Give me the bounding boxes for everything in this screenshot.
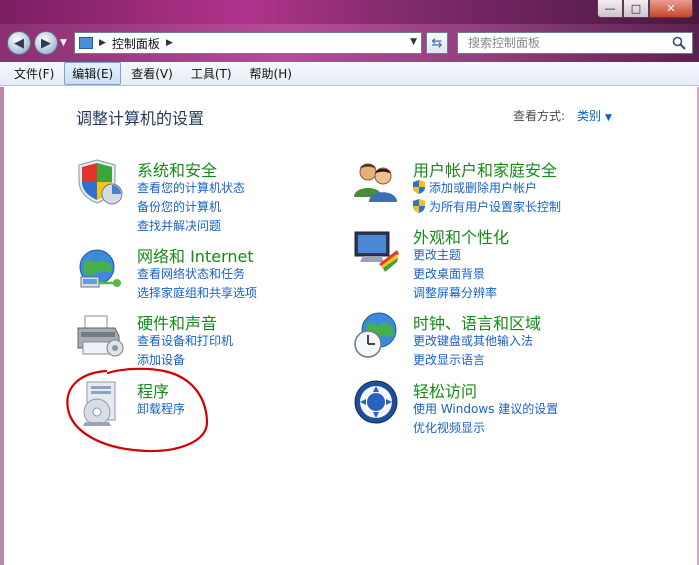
menu-tools[interactable]: 工具(T) [183, 62, 240, 85]
back-button[interactable]: ◀ [7, 31, 31, 55]
link-uninstall-program[interactable]: 卸载程序 [137, 400, 185, 419]
link-adjust-resolution[interactable]: 调整屏幕分辨率 [413, 284, 497, 303]
category-ease-of-access: 轻松访问 使用 Windows 建议的设置 优化视频显示 [351, 378, 651, 438]
menu-edit[interactable]: 编辑(E) [64, 62, 122, 85]
appearance-links: 更改主题 更改桌面背景 调整屏幕分辨率 [413, 246, 497, 303]
control-panel-icon [79, 37, 93, 49]
network-internet-links: 查看网络状态和任务 选择家庭组和共享选项 [137, 265, 257, 303]
globe-clock-icon[interactable] [351, 310, 401, 360]
menu-bar: 文件(F) 编辑(E) 查看(V) 工具(T) 帮助(H) [0, 62, 699, 86]
category-hardware-sound: 硬件和声音 查看设备和打印机 添加设备 [75, 310, 335, 370]
category-title-ease-of-access[interactable]: 轻松访问 [413, 378, 477, 402]
menu-file[interactable]: 文件(F) [6, 62, 62, 85]
category-title-user-accounts[interactable]: 用户帐户和家庭安全 [413, 157, 557, 181]
uac-shield-icon [413, 180, 425, 194]
link-homegroup-sharing[interactable]: 选择家庭组和共享选项 [137, 284, 257, 303]
link-windows-recommended-settings[interactable]: 使用 Windows 建议的设置 [413, 400, 558, 419]
category-title-programs[interactable]: 程序 [137, 378, 169, 402]
category-user-accounts: 用户帐户和家庭安全 添加或删除用户帐户 为所有用户设置家长控制 [351, 157, 651, 217]
maximize-button[interactable]: □ [623, 0, 649, 18]
refresh-button[interactable]: ⇆ [426, 32, 448, 54]
link-change-keyboard-input[interactable]: 更改键盘或其他输入法 [413, 332, 533, 351]
clock-language-region-links: 更改键盘或其他输入法 更改显示语言 [413, 332, 533, 370]
address-dropdown-icon[interactable]: ▼ [410, 37, 417, 47]
back-arrow-icon: ◀ [14, 35, 24, 51]
programs-links: 卸载程序 [137, 400, 185, 419]
category-appearance: 外观和个性化 更改主题 更改桌面背景 调整屏幕分辨率 [351, 224, 651, 304]
address-box[interactable]: ▶ 控制面板 ▶ ▼ [74, 32, 422, 54]
link-add-remove-users-text[interactable]: 添加或删除用户帐户 [429, 181, 537, 195]
ease-of-access-icon[interactable] [351, 378, 401, 428]
category-title-hardware-sound[interactable]: 硬件和声音 [137, 310, 217, 334]
link-add-remove-users[interactable]: 添加或删除用户帐户 [413, 179, 561, 198]
link-change-display-language[interactable]: 更改显示语言 [413, 351, 533, 370]
link-add-device[interactable]: 添加设备 [137, 351, 233, 370]
link-network-status[interactable]: 查看网络状态和任务 [137, 265, 257, 284]
category-system-security: 系统和安全 查看您的计算机状态 备份您的计算机 查找并解决问题 [75, 157, 335, 237]
view-by-value[interactable]: 类别 [577, 109, 601, 123]
user-accounts-links: 添加或删除用户帐户 为所有用户设置家长控制 [413, 179, 561, 217]
link-parental-controls-text[interactable]: 为所有用户设置家长控制 [429, 200, 561, 214]
forward-button[interactable]: ▶ [34, 31, 58, 55]
uac-shield-icon [413, 199, 425, 213]
menu-view[interactable]: 查看(V) [123, 62, 181, 85]
link-check-computer-status[interactable]: 查看您的计算机状态 [137, 179, 245, 198]
shield-icon[interactable] [75, 157, 125, 207]
ease-of-access-links: 使用 Windows 建议的设置 优化视频显示 [413, 400, 558, 438]
forward-arrow-icon: ▶ [41, 35, 51, 51]
link-optimize-visual-display[interactable]: 优化视频显示 [413, 419, 558, 438]
search-input[interactable] [457, 32, 693, 54]
page-title: 调整计算机的设置 [76, 109, 205, 128]
category-title-system-security[interactable]: 系统和安全 [137, 157, 217, 181]
monitor-palette-icon[interactable] [351, 224, 401, 274]
view-by-label: 查看方式: [513, 109, 566, 123]
recent-pages-dropdown[interactable]: ▼ [60, 38, 67, 48]
breadcrumb-control-panel[interactable]: 控制面板 [112, 35, 160, 52]
window-controls: — □ ✕ [597, 0, 693, 20]
search-icon[interactable] [672, 36, 686, 50]
link-backup-computer[interactable]: 备份您的计算机 [137, 198, 245, 217]
category-title-clock-language-region[interactable]: 时钟、语言和区域 [413, 310, 541, 334]
breadcrumb-chevron-icon[interactable]: ▶ [166, 38, 173, 48]
link-change-theme[interactable]: 更改主题 [413, 246, 497, 265]
link-devices-printers[interactable]: 查看设备和打印机 [137, 332, 233, 351]
menu-help[interactable]: 帮助(H) [242, 62, 300, 85]
title-bar[interactable]: — □ ✕ [0, 0, 699, 24]
close-button[interactable]: ✕ [649, 0, 693, 18]
printer-icon[interactable] [75, 310, 125, 360]
category-title-appearance[interactable]: 外观和个性化 [413, 224, 509, 248]
category-title-network-internet[interactable]: 网络和 Internet [137, 243, 254, 267]
link-troubleshoot[interactable]: 查找并解决问题 [137, 217, 245, 236]
users-icon[interactable] [351, 157, 401, 207]
view-by-dropdown[interactable]: 类别 ▼ [577, 107, 612, 124]
category-clock-language-region: 时钟、语言和区域 更改键盘或其他输入法 更改显示语言 [351, 310, 651, 370]
breadcrumb-separator-icon[interactable]: ▶ [99, 38, 106, 48]
network-globe-icon[interactable] [75, 243, 125, 293]
refresh-icon: ⇆ [431, 35, 443, 51]
link-parental-controls[interactable]: 为所有用户设置家长控制 [413, 198, 561, 217]
category-programs: 程序 卸载程序 [75, 378, 275, 438]
system-security-links: 查看您的计算机状态 备份您的计算机 查找并解决问题 [137, 179, 245, 236]
dropdown-arrow-icon[interactable]: ▼ [605, 113, 612, 123]
address-toolbar: ◀ ▶ ▼ ▶ 控制面板 ▶ ▼ ⇆ [0, 24, 699, 62]
link-change-desktop-background[interactable]: 更改桌面背景 [413, 265, 497, 284]
category-network-internet: 网络和 Internet 查看网络状态和任务 选择家庭组和共享选项 [75, 243, 335, 303]
programs-disc-icon[interactable] [75, 378, 125, 428]
hardware-sound-links: 查看设备和打印机 添加设备 [137, 332, 233, 370]
minimize-button[interactable]: — [597, 0, 623, 18]
